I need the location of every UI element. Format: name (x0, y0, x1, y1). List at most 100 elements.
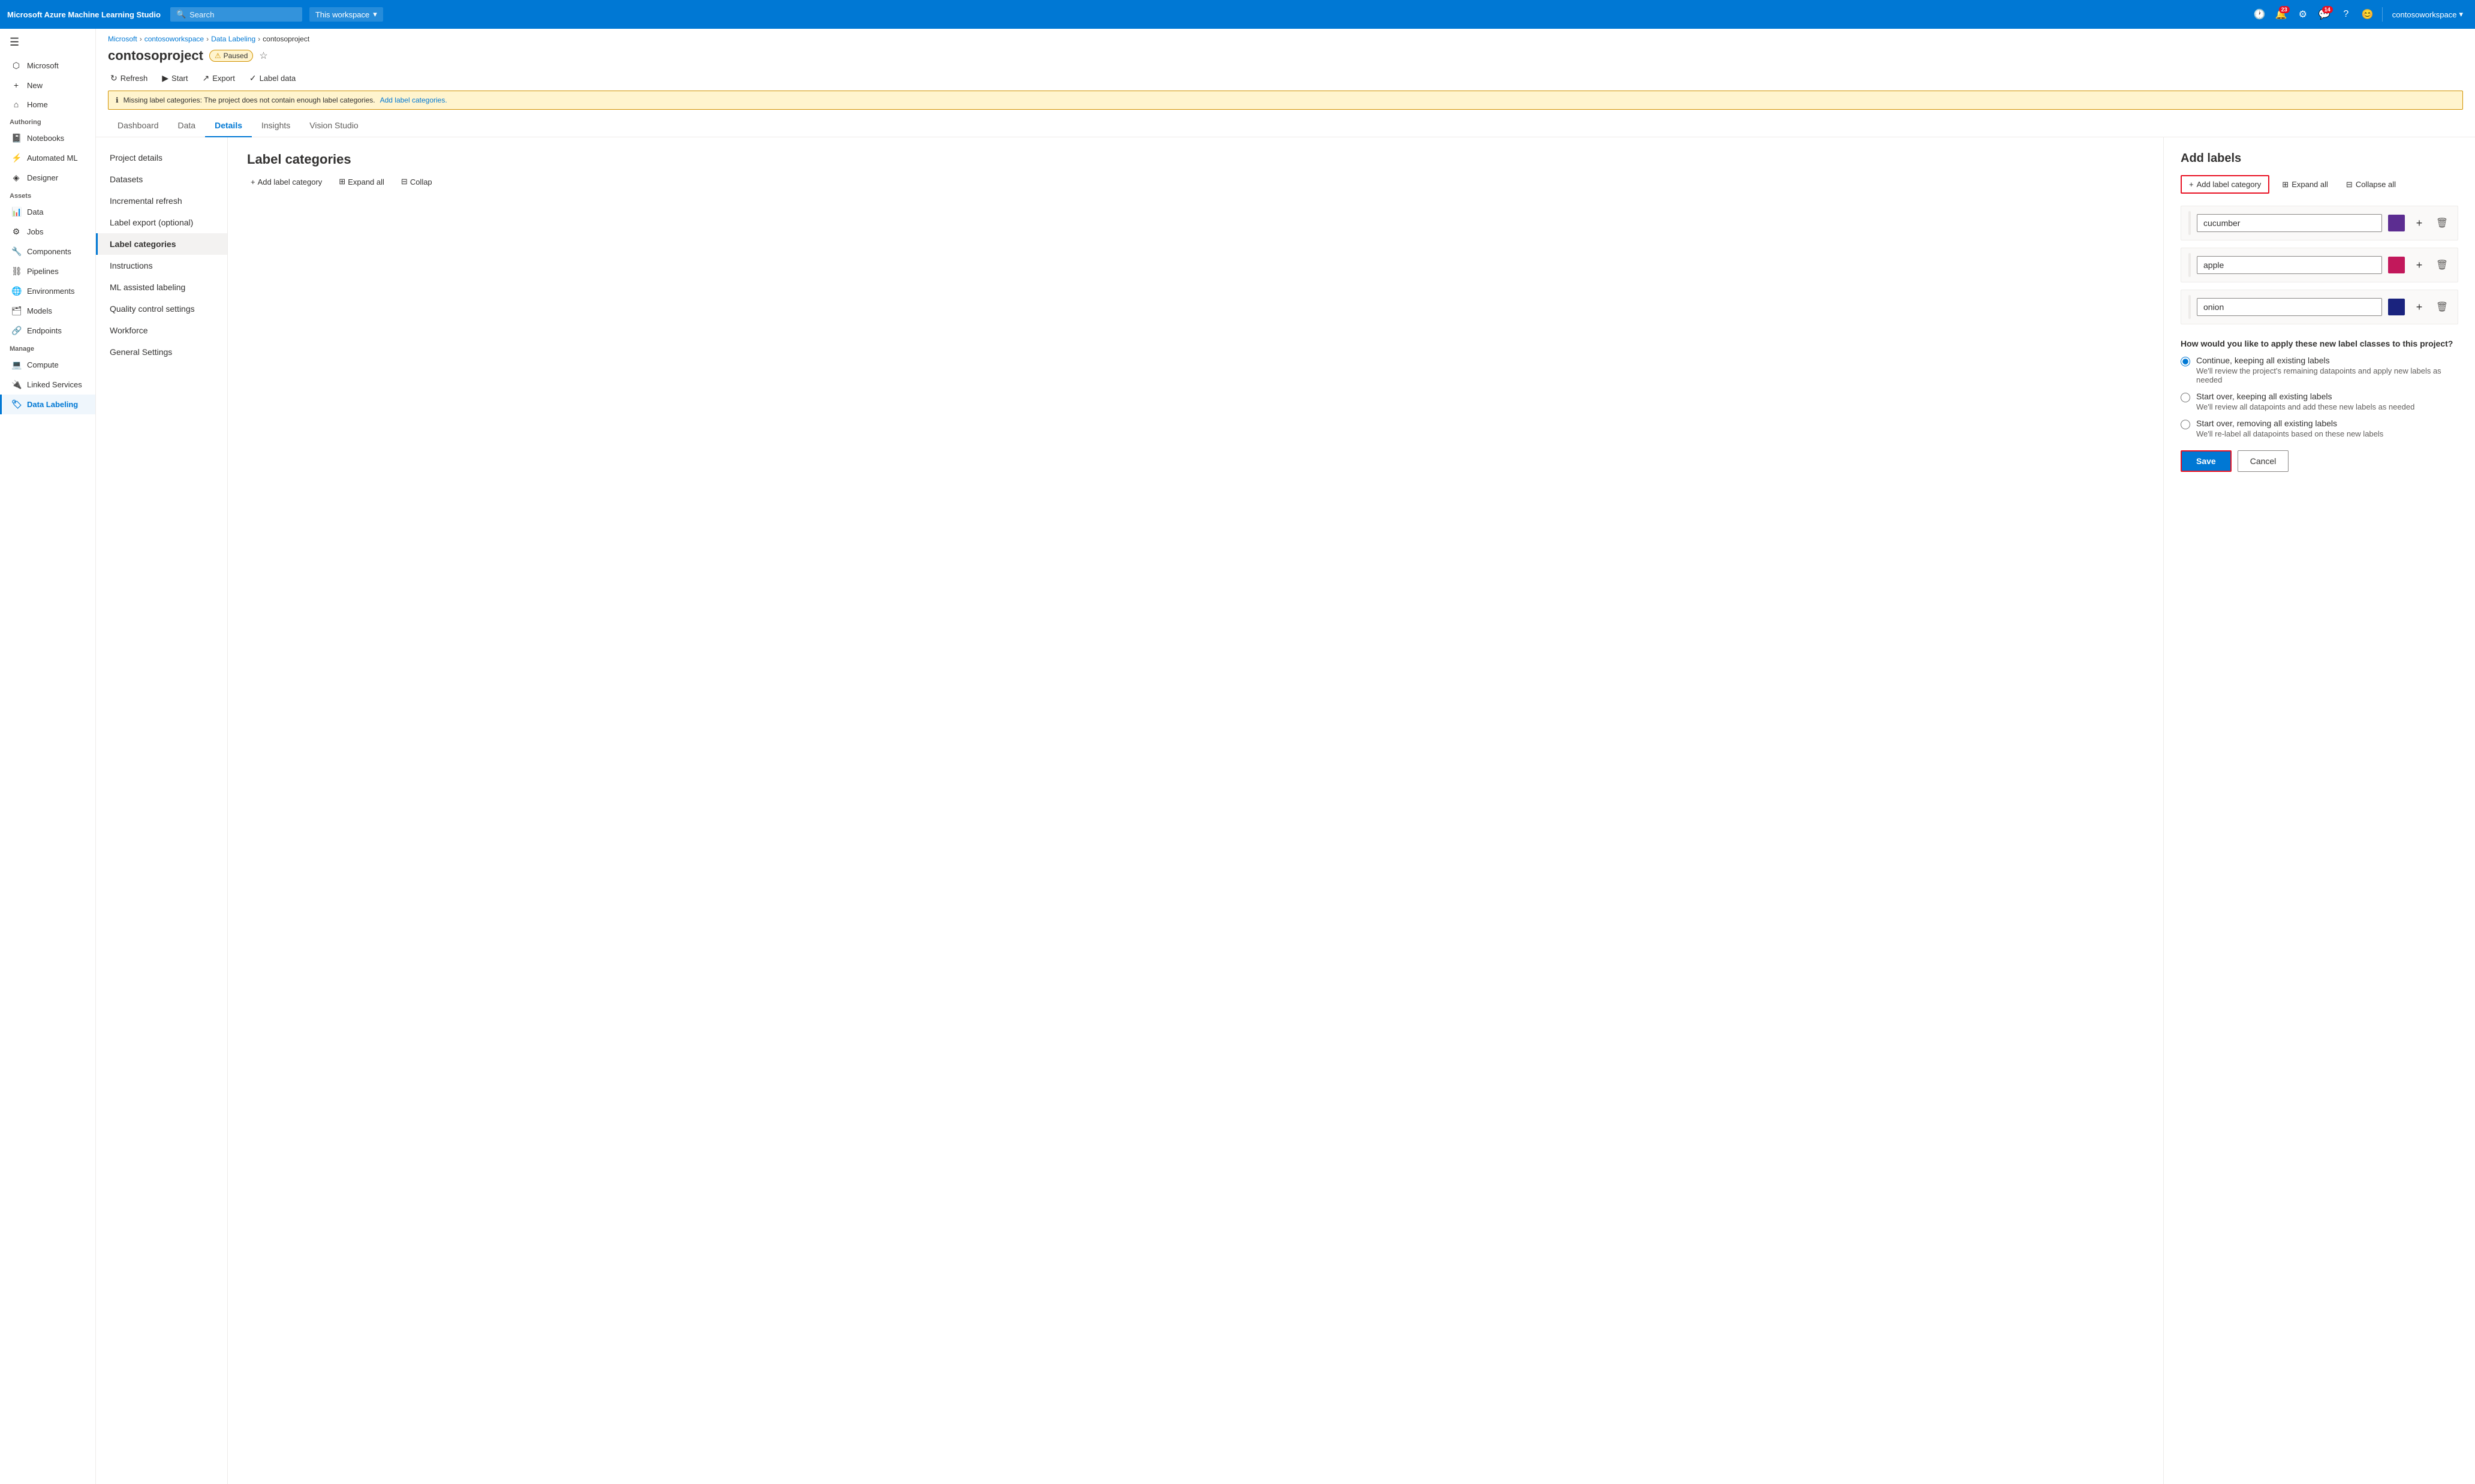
sidebar-item-jobs[interactable]: ⚙ Jobs (0, 222, 95, 242)
sidebar-item-home[interactable]: ⌂ Home (0, 95, 95, 114)
feedback-icon[interactable]: 💬 14 (2315, 5, 2334, 24)
sidebar-item-label: Jobs (27, 227, 43, 236)
left-nav: Project details Datasets Incremental ref… (96, 137, 228, 1484)
label-color-cucumber[interactable] (2388, 215, 2405, 231)
sidebar-item-label: Home (27, 100, 48, 109)
main-add-label-btn[interactable]: + Add label category (247, 175, 326, 189)
nav-ml-assisted[interactable]: ML assisted labeling (96, 276, 227, 298)
breadcrumb-workspace[interactable]: contosoworkspace (144, 35, 204, 43)
workspace-chevron-icon: ▾ (373, 10, 377, 19)
sidebar-item-components[interactable]: 🔧 Components (0, 242, 95, 261)
panel-title: Add labels (2181, 152, 2458, 165)
hamburger-menu[interactable]: ☰ (0, 29, 95, 56)
nav-workforce[interactable]: Workforce (96, 320, 227, 341)
sidebar-item-label: Notebooks (27, 134, 64, 143)
favorite-star-icon[interactable]: ☆ (259, 50, 267, 62)
radio-start-over-remove[interactable] (2181, 420, 2190, 429)
breadcrumb-data-labeling[interactable]: Data Labeling (211, 35, 255, 43)
feedback-badge: 14 (2322, 6, 2333, 13)
workspace-selector[interactable]: This workspace ▾ (309, 7, 383, 22)
status-dot-icon: ⚠ (215, 52, 221, 60)
sidebar-item-label: Data (27, 207, 43, 216)
sidebar-item-data[interactable]: 📊 Data (0, 202, 95, 222)
sidebar-item-models[interactable]: 🗂 Models (0, 301, 95, 321)
data-icon: 📊 (11, 207, 21, 217)
nav-project-details[interactable]: Project details (96, 147, 227, 168)
breadcrumb-microsoft[interactable]: Microsoft (108, 35, 137, 43)
main-expand-all-btn[interactable]: ⊞ Expand all (335, 174, 388, 189)
workspace-label: This workspace (315, 10, 369, 19)
radio-start-over-keep[interactable] (2181, 393, 2190, 402)
label-add-child-apple[interactable]: + (2411, 257, 2428, 273)
tab-dashboard[interactable]: Dashboard (108, 115, 168, 137)
sidebar-item-compute[interactable]: 💻 Compute (0, 355, 95, 375)
sidebar-item-data-labeling[interactable]: 🏷 Data Labeling (0, 395, 95, 414)
sidebar-item-endpoints[interactable]: 🔗 Endpoints (0, 321, 95, 341)
label-add-child-cucumber[interactable]: + (2411, 215, 2428, 231)
label-delete-apple[interactable]: 🗑 (2434, 257, 2450, 273)
collapse-all-label: Collapse all (2356, 180, 2396, 189)
label-color-onion[interactable] (2388, 299, 2405, 315)
project-status-badge: ⚠ Paused (209, 50, 253, 62)
sidebar-item-microsoft[interactable]: ⬡ Microsoft (0, 56, 95, 76)
sidebar-item-linked-services[interactable]: 🔌 Linked Services (0, 375, 95, 395)
tab-vision-studio[interactable]: Vision Studio (300, 115, 368, 137)
tab-data[interactable]: Data (168, 115, 206, 137)
nav-label-categories[interactable]: Label categories (96, 233, 227, 255)
save-button[interactable]: Save (2181, 450, 2232, 472)
tab-details[interactable]: Details (205, 115, 252, 137)
history-icon[interactable]: 🕐 (2250, 5, 2269, 24)
sidebar-item-notebooks[interactable]: 📓 Notebooks (0, 128, 95, 148)
panel-collapse-all-btn[interactable]: ⊟ Collapse all (2341, 176, 2401, 193)
sidebar-item-environments[interactable]: 🌐 Environments (0, 281, 95, 301)
help-icon[interactable]: ? (2337, 5, 2356, 24)
label-input-apple[interactable] (2197, 256, 2382, 274)
sidebar-item-pipelines[interactable]: ⛓ Pipelines (0, 261, 95, 281)
label-connector-apple (2188, 253, 2191, 277)
designer-icon: ◈ (11, 173, 21, 183)
sidebar-item-automated-ml[interactable]: ⚡ Automated ML (0, 148, 95, 168)
cancel-button[interactable]: Cancel (2238, 450, 2289, 472)
home-icon: ⌂ (11, 100, 21, 109)
panel-toolbar: + Add label category ⊞ Expand all ⊟ Coll… (2181, 175, 2458, 194)
radio-continue[interactable] (2181, 357, 2190, 366)
tab-insights[interactable]: Insights (252, 115, 300, 137)
notifications-badge: 23 (2279, 6, 2290, 13)
username[interactable]: contosoworkspace ▾ (2387, 10, 2468, 19)
nav-label-export[interactable]: Label export (optional) (96, 212, 227, 233)
add-label-category-button[interactable]: + Add label category (2181, 175, 2269, 194)
export-icon: ↗ (203, 73, 210, 83)
new-icon: + (11, 80, 21, 90)
label-delete-cucumber[interactable]: 🗑 (2434, 215, 2450, 231)
label-color-apple[interactable] (2388, 257, 2405, 273)
label-data-icon: ✓ (249, 73, 257, 83)
label-data-button[interactable]: ✓ Label data (247, 71, 298, 86)
panel-expand-all-btn[interactable]: ⊞ Expand all (2277, 176, 2334, 193)
label-add-child-onion[interactable]: + (2411, 299, 2428, 315)
main-collapse-btn[interactable]: ⊟ Collap (398, 174, 436, 189)
nav-incremental-refresh[interactable]: Incremental refresh (96, 190, 227, 212)
sidebar-item-designer[interactable]: ◈ Designer (0, 168, 95, 188)
search-box[interactable]: 🔍 Search (170, 7, 302, 22)
nav-general-settings[interactable]: General Settings (96, 341, 227, 363)
nav-quality-control[interactable]: Quality control settings (96, 298, 227, 320)
notifications-icon[interactable]: 🔔 23 (2272, 5, 2291, 24)
refresh-icon: ↻ (110, 73, 118, 83)
sidebar-item-label: Microsoft (27, 61, 59, 70)
export-button[interactable]: ↗ Export (200, 71, 237, 86)
refresh-button[interactable]: ↻ Refresh (108, 71, 150, 86)
label-input-cucumber[interactable] (2197, 214, 2382, 232)
add-label-categories-link[interactable]: Add label categories. (380, 96, 447, 104)
username-chevron-icon: ▾ (2459, 10, 2463, 19)
endpoints-icon: 🔗 (11, 326, 21, 336)
sidebar-item-new[interactable]: + New (0, 76, 95, 95)
nav-datasets[interactable]: Datasets (96, 168, 227, 190)
breadcrumb-sep2: › (206, 35, 209, 43)
start-button[interactable]: ▶ Start (159, 71, 190, 86)
nav-instructions[interactable]: Instructions (96, 255, 227, 276)
label-delete-onion[interactable]: 🗑 (2434, 299, 2450, 315)
account-icon[interactable]: 😊 (2358, 5, 2377, 24)
settings-icon[interactable]: ⚙ (2293, 5, 2313, 24)
label-input-onion[interactable] (2197, 298, 2382, 316)
export-label: Export (212, 74, 235, 83)
